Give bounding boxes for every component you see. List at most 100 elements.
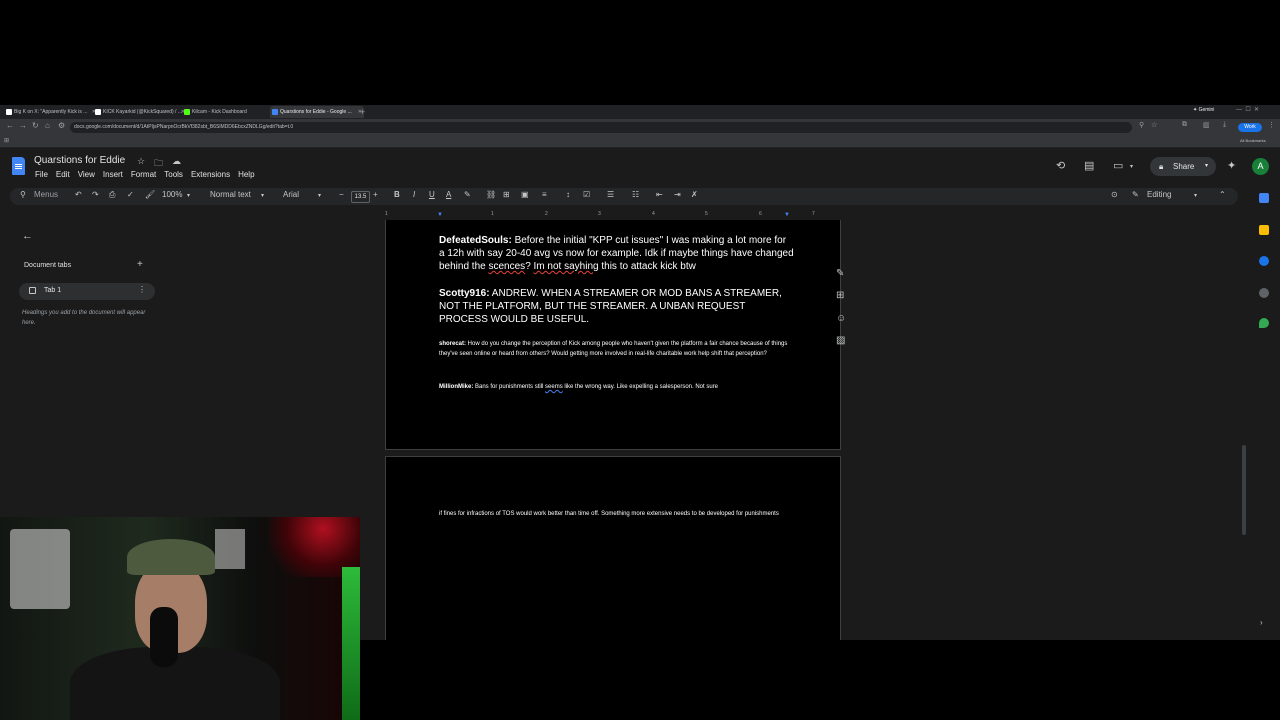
add-comment-icon[interactable]: ⊞	[503, 190, 510, 199]
url-input[interactable]: docs.google.com/document/d/1AtPIjsPNarpn…	[70, 122, 1132, 133]
site-info-icon[interactable]: ⚙	[58, 121, 65, 130]
chevron-down-icon[interactable]: ▾	[318, 192, 321, 199]
more-options-icon[interactable]: ⋮	[138, 285, 146, 294]
contacts-icon[interactable]	[1259, 288, 1269, 298]
menu-help[interactable]: Help	[238, 170, 254, 179]
paint-format-icon[interactable]: 🖌︎	[145, 190, 155, 199]
clear-formatting-icon[interactable]: ✗	[691, 190, 698, 199]
menu-view[interactable]: View	[78, 170, 95, 179]
reload-icon[interactable]: ↻	[32, 121, 39, 130]
font-select[interactable]: Arial	[283, 190, 299, 199]
document-title[interactable]: Quarstions for Eddie	[34, 155, 125, 166]
browser-tab-active[interactable]: Quarstions for Eddie - Google ... ✕	[270, 106, 364, 118]
misspelled-word[interactable]: Im not sayhing	[534, 261, 599, 272]
doc-tab-label[interactable]: Tab 1	[44, 287, 61, 294]
browser-tab[interactable]: Kilcam - Kick Dashboard ✕	[182, 106, 276, 118]
checklist-icon[interactable]: ☑	[583, 190, 590, 199]
bold-icon[interactable]: B	[394, 190, 400, 199]
chevron-down-icon[interactable]: ▾	[1194, 192, 1197, 199]
text-color-icon[interactable]: A	[446, 190, 451, 199]
menu-file[interactable]: File	[35, 170, 48, 179]
tasks-icon[interactable]	[1259, 256, 1269, 266]
new-tab-button[interactable]: +	[360, 105, 365, 119]
docs-logo-icon[interactable]	[12, 157, 25, 175]
horizontal-ruler[interactable]: 1 1 2 3 4 5 6 7 ▼ ▼	[385, 211, 841, 219]
browser-menu-icon[interactable]: ⋮	[1268, 121, 1275, 129]
left-indent-marker[interactable]: ▼	[437, 212, 443, 218]
redo-icon[interactable]: ↷	[92, 190, 99, 199]
browser-tab[interactable]: Big K on X: "Apparently Kick is ... ✕	[4, 106, 98, 118]
zoom-icon[interactable]: ⚲	[1139, 121, 1144, 129]
sidepanel-icon[interactable]: ▥	[1203, 121, 1210, 129]
highlight-icon[interactable]: ✎	[464, 190, 471, 199]
star-icon[interactable]: ☆	[137, 156, 145, 167]
add-comment-icon[interactable]: ⊞	[836, 290, 844, 301]
menu-edit[interactable]: Edit	[56, 170, 70, 179]
version-history-icon[interactable]: ⟲	[1056, 159, 1065, 172]
close-outline-arrow-icon[interactable]: ←	[22, 230, 33, 242]
underline-icon[interactable]: U	[429, 190, 435, 199]
link-icon[interactable]: ⛓	[486, 190, 496, 199]
collapse-toolbar-icon[interactable]: ⌃	[1219, 190, 1226, 199]
bulleted-list-icon[interactable]: ☰	[607, 190, 614, 199]
decrease-indent-icon[interactable]: ⇤	[656, 190, 663, 199]
avatar[interactable]: A	[1252, 158, 1269, 175]
chevron-down-icon[interactable]: ▾	[1130, 163, 1133, 170]
scrollbar[interactable]	[1242, 445, 1246, 535]
chevron-down-icon[interactable]: ▾	[187, 192, 190, 199]
increase-font-icon[interactable]: +	[373, 190, 378, 199]
chevron-down-icon[interactable]: ▾	[1205, 157, 1208, 176]
grammar-flagged-word[interactable]: seems	[545, 384, 563, 390]
suggest-icon[interactable]: ⊙	[1111, 190, 1118, 199]
menus-search[interactable]: Menus	[34, 190, 58, 199]
italic-icon[interactable]: I	[413, 190, 415, 199]
add-tab-button[interactable]: +	[137, 259, 143, 270]
numbered-list-icon[interactable]: ☷	[632, 190, 639, 199]
doc-tab-item[interactable]	[19, 283, 155, 300]
home-icon[interactable]: ⌂	[45, 121, 50, 130]
calendar-icon[interactable]	[1259, 193, 1269, 203]
line-spacing-icon[interactable]: ↕	[566, 190, 570, 199]
chevron-right-icon[interactable]: ›	[1260, 618, 1263, 627]
style-select[interactable]: Normal text	[210, 190, 251, 199]
menu-format[interactable]: Format	[131, 170, 156, 179]
forward-icon[interactable]: →	[19, 121, 27, 130]
gemini-button[interactable]: ✦ Gemini	[1193, 107, 1214, 113]
print-icon[interactable]: ⎙	[109, 190, 115, 200]
document-page[interactable]	[385, 456, 841, 640]
maps-icon[interactable]	[1259, 318, 1269, 328]
font-size-input[interactable]: 13.5	[351, 191, 370, 203]
browser-tab[interactable]: KICK Kayarkid (@KickSquared) / ... ✕	[93, 106, 187, 118]
align-icon[interactable]: ≡	[542, 190, 547, 199]
back-icon[interactable]: ←	[6, 121, 14, 130]
menu-tools[interactable]: Tools	[164, 170, 183, 179]
chevron-down-icon[interactable]: ▾	[261, 192, 264, 199]
right-indent-marker[interactable]: ▼	[784, 212, 790, 218]
keep-icon[interactable]	[1259, 225, 1269, 235]
cloud-saved-icon[interactable]: ☁	[172, 156, 181, 167]
window-controls[interactable]: — ☐ ✕	[1236, 106, 1259, 113]
menu-extensions[interactable]: Extensions	[191, 170, 230, 179]
spellcheck-icon[interactable]: ✓	[127, 190, 134, 199]
profile-work-badge[interactable]: Work	[1238, 123, 1262, 132]
share-button[interactable]: 🔒︎ Share ▾	[1150, 157, 1216, 176]
search-icon[interactable]: ⚲	[20, 190, 26, 199]
misspelled-word[interactable]: scences	[489, 261, 526, 272]
image-icon[interactable]: ▣	[521, 190, 529, 199]
meet-icon[interactable]: ▭	[1113, 159, 1123, 172]
downloads-icon[interactable]: ⤓	[1223, 121, 1226, 129]
gemini-sparkle-icon[interactable]: ✦	[1227, 159, 1236, 172]
edit-magic-icon[interactable]: ✎	[836, 268, 844, 279]
pencil-icon[interactable]: ✎	[1132, 190, 1139, 199]
zoom-select[interactable]: 100%	[162, 190, 182, 199]
emoji-reaction-icon[interactable]: ☺	[836, 313, 846, 324]
apps-grid-icon[interactable]: ⊞	[4, 137, 9, 144]
extensions-icon[interactable]: ⧉	[1182, 121, 1187, 129]
bookmark-star-icon[interactable]: ☆	[1151, 121, 1157, 129]
all-bookmarks-link[interactable]: All Bookmarks	[1240, 138, 1266, 143]
undo-icon[interactable]: ↶	[75, 190, 82, 199]
menu-insert[interactable]: Insert	[103, 170, 123, 179]
editing-mode-select[interactable]: Editing	[1147, 190, 1171, 199]
comments-icon[interactable]: ▤	[1084, 159, 1094, 172]
increase-indent-icon[interactable]: ⇥	[674, 190, 681, 199]
